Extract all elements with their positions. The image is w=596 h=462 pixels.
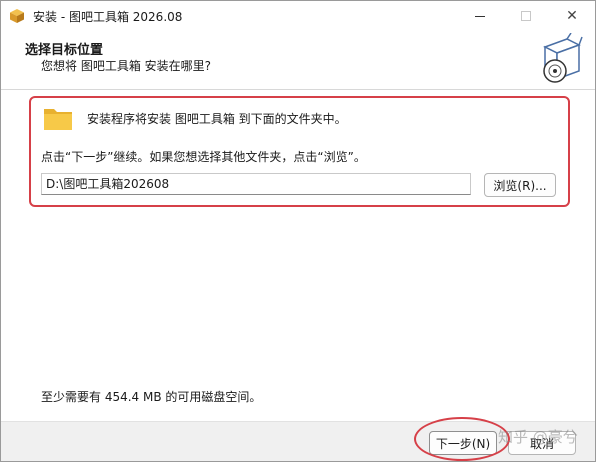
title-bar: 安装 - 图吧工具箱 2026.08 ✕ xyxy=(1,1,595,31)
destination-path-input[interactable]: D:\图吧工具箱202608 xyxy=(41,173,471,195)
window-title: 安装 - 图吧工具箱 2026.08 xyxy=(33,10,183,24)
maximize-button[interactable] xyxy=(503,1,549,31)
wizard-header: 选择目标位置 您想将 图吧工具箱 安装在哪里? xyxy=(1,31,595,89)
watermark: 知乎 @豪兮 xyxy=(498,428,578,446)
page-title: 选择目标位置 xyxy=(25,43,104,58)
setup-box-disc-icon xyxy=(543,33,583,83)
minimize-button[interactable] xyxy=(457,1,503,31)
close-icon: ✕ xyxy=(566,8,578,24)
wizard-content: 安装程序将安装 图吧工具箱 到下面的文件夹中。 点击“下一步”继续。如果您想选择… xyxy=(1,90,595,421)
page-subtitle: 您想将 图吧工具箱 安装在哪里? xyxy=(41,59,211,73)
minimize-icon xyxy=(475,15,485,17)
installer-box-icon xyxy=(10,9,24,23)
disk-space-text: 至少需要有 454.4 MB 的可用磁盘空间。 xyxy=(41,390,262,404)
maximize-icon xyxy=(521,11,531,21)
browse-button[interactable]: 浏览(R)... xyxy=(484,173,556,197)
install-intro-text: 安装程序将安装 图吧工具箱 到下面的文件夹中。 xyxy=(87,112,347,126)
installer-window: 安装 - 图吧工具箱 2026.08 ✕ 选择目标位置 您想将 图吧工具箱 安装… xyxy=(0,0,596,462)
continue-hint-text: 点击“下一步”继续。如果您想选择其他文件夹，点击“浏览”。 xyxy=(41,150,366,164)
close-button[interactable]: ✕ xyxy=(549,1,595,31)
annotation-circle xyxy=(414,417,510,461)
folder-icon xyxy=(44,109,72,130)
